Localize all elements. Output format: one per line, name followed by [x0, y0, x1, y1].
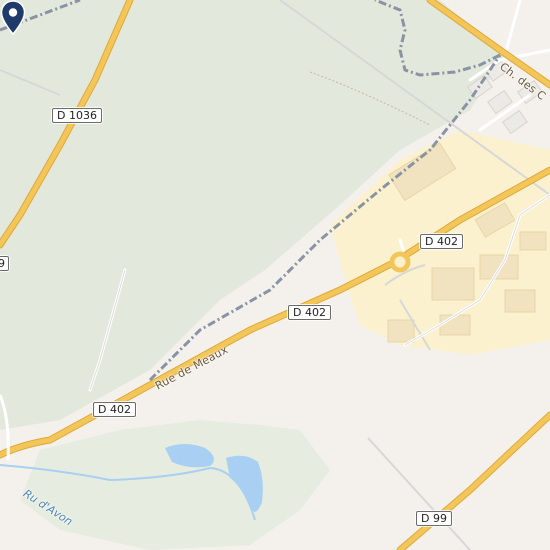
map-base-layer: [0, 0, 550, 550]
green-strip: [20, 420, 330, 550]
map-view[interactable]: D 1036 D 402 D 402 D 402 D 99 9 Rue de M…: [0, 0, 550, 550]
route-shield-d99: D 99: [416, 511, 452, 526]
route-shield-d402-mid: D 402: [288, 305, 331, 320]
route-shield-d1036: D 1036: [52, 108, 102, 123]
roundabout: [389, 251, 411, 273]
route-shield-edge: 9: [0, 256, 9, 271]
route-shield-d402-left: D 402: [93, 402, 136, 417]
route-shield-d402-top: D 402: [420, 234, 463, 249]
location-pin-icon[interactable]: [0, 0, 26, 36]
